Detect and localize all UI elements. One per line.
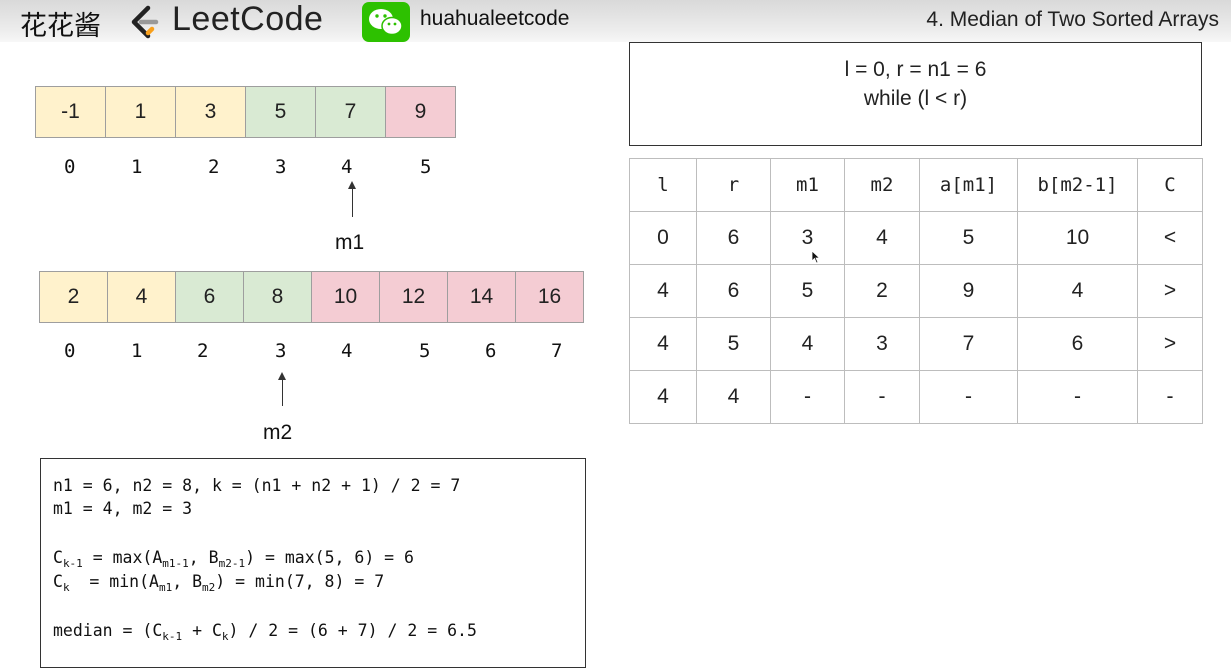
table-cell: 4 (696, 370, 771, 424)
array-b: 2 4 6 8 10 12 14 16 (39, 271, 584, 323)
table-row: 4 5 4 3 7 6 > (629, 317, 1203, 371)
mouse-cursor-icon (811, 250, 821, 264)
m1-pointer-label: m1 (335, 231, 365, 254)
header-cell: m2 (844, 158, 920, 212)
m2-pointer-arrow-icon (278, 372, 286, 406)
array-a-cell: 3 (175, 86, 246, 138)
problem-title: 4. Median of Two Sorted Arrays (926, 8, 1219, 31)
table-cell: > (1137, 264, 1203, 318)
table-cell: 4 (770, 317, 845, 371)
array-a: -1 1 3 5 7 9 (35, 86, 456, 138)
array-a-cell: -1 (35, 86, 106, 138)
array-b-cell: 6 (175, 271, 244, 323)
table-cell: 2 (844, 264, 920, 318)
array-a-cell: 5 (245, 86, 316, 138)
header-cell: a[m1] (919, 158, 1018, 212)
array-a-index: 3 (275, 156, 287, 178)
leetcode-logo-icon (131, 5, 159, 39)
array-b-cell: 10 (311, 271, 380, 323)
header-cell: m1 (770, 158, 845, 212)
header-cell: b[m2-1] (1017, 158, 1138, 212)
code-line-midpoints: m1 = 4, m2 = 3 (53, 499, 193, 518)
array-a-cell: 9 (385, 86, 456, 138)
computation-box: n1 = 6, n2 = 8, k = (n1 + n2 + 1) / 2 = … (40, 458, 586, 668)
leetcode-wordmark: LeetCode (172, 0, 324, 38)
array-a-index: 5 (420, 156, 432, 178)
code-line-ck-minus-1: Ck-1 = max(Am1-1, Bm2-1) = max(5, 6) = 6 (53, 548, 414, 570)
table-cell: 4 (629, 264, 697, 318)
table-cell: > (1137, 317, 1203, 371)
code-line-sizes: n1 = 6, n2 = 8, k = (n1 + n2 + 1) / 2 = … (53, 476, 461, 495)
array-b-index: 2 (197, 340, 209, 362)
array-a-index: 2 (208, 156, 220, 178)
table-cell: 3 (844, 317, 920, 371)
table-cell: 4 (844, 211, 920, 265)
table-cell: 4 (629, 317, 697, 371)
trace-table-header: l r m1 m2 a[m1] b[m2-1] C (629, 158, 1203, 212)
while-condition: while (l < r) (863, 87, 968, 110)
table-cell: 9 (919, 264, 1018, 318)
channel-handle: huahualeetcode (420, 7, 570, 30)
trace-table: l r m1 m2 a[m1] b[m2-1] C 0 6 3 4 5 10 <… (629, 158, 1203, 424)
header-cell: C (1137, 158, 1203, 212)
code-line-median: median = (Ck-1 + Ck) / 2 = (6 + 7) / 2 =… (53, 621, 477, 643)
init-condition: l = 0, r = n1 = 6 (844, 58, 987, 81)
table-cell: 5 (696, 317, 771, 371)
table-row: 4 6 5 2 9 4 > (629, 264, 1203, 318)
table-cell: - (1017, 370, 1138, 424)
array-b-cell: 16 (515, 271, 584, 323)
array-b-cell: 2 (39, 271, 108, 323)
brand-chinese-name: 花花酱 (20, 11, 101, 42)
table-cell: - (1137, 370, 1203, 424)
array-b-cell: 14 (447, 271, 516, 323)
table-row: 4 4 - - - - - (629, 370, 1203, 424)
array-b-cell: 8 (243, 271, 312, 323)
table-cell: 4 (1017, 264, 1138, 318)
array-a-index: 0 (64, 156, 76, 178)
m1-pointer-arrow-icon (348, 181, 356, 217)
table-cell: 5 (770, 264, 845, 318)
header-cell: r (696, 158, 771, 212)
array-b-index: 0 (64, 340, 76, 362)
loop-condition-box: l = 0, r = n1 = 6 while (l < r) (629, 42, 1202, 146)
table-cell: 6 (696, 264, 771, 318)
header-cell: l (629, 158, 697, 212)
m2-pointer-label: m2 (263, 421, 293, 444)
table-cell: 5 (919, 211, 1018, 265)
table-cell: - (770, 370, 845, 424)
array-b-index: 7 (551, 340, 563, 362)
array-b-cell: 4 (107, 271, 176, 323)
array-b-index: 1 (131, 340, 143, 362)
table-cell: - (844, 370, 920, 424)
array-b-index: 3 (275, 340, 287, 362)
array-a-index: 4 (341, 156, 353, 178)
table-cell: 0 (629, 211, 697, 265)
array-a-index: 1 (131, 156, 143, 178)
table-cell: < (1137, 211, 1203, 265)
table-cell: 7 (919, 317, 1018, 371)
array-b-index: 4 (341, 340, 353, 362)
table-cell: 10 (1017, 211, 1138, 265)
wechat-icon (362, 2, 410, 42)
array-b-cell: 12 (379, 271, 448, 323)
code-line-ck: Ck = min(Am1, Bm2) = min(7, 8) = 7 (53, 572, 385, 594)
table-cell: - (919, 370, 1018, 424)
table-row: 0 6 3 4 5 10 < (629, 211, 1203, 265)
array-a-cell: 1 (105, 86, 176, 138)
table-cell: 3 (770, 211, 845, 265)
header-bar: 花花酱 LeetCode huahualeetcode 4. Median of… (0, 0, 1231, 42)
table-cell: 6 (696, 211, 771, 265)
array-b-index: 5 (419, 340, 431, 362)
table-cell: 6 (1017, 317, 1138, 371)
table-cell: 4 (629, 370, 697, 424)
array-b-index: 6 (485, 340, 497, 362)
array-a-cell: 7 (315, 86, 386, 138)
